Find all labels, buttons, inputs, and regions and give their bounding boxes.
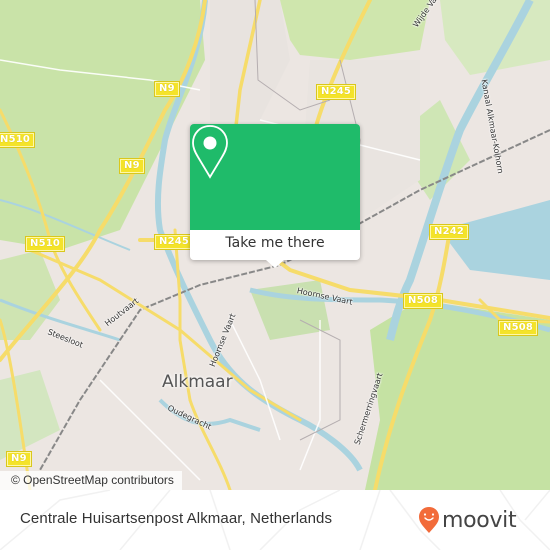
footer: Centrale Huisartsenpost Alkmaar, Netherl… (0, 490, 550, 550)
moovit-logo[interactable]: moovit (418, 506, 517, 534)
take-me-there-button[interactable]: Take me there (190, 230, 360, 260)
popup-pointer (266, 260, 284, 268)
road-shield-n508: N508 (497, 320, 539, 336)
popup-header (190, 124, 360, 230)
road-shield-n242: N242 (428, 224, 470, 240)
moovit-wordmark: moovit (442, 507, 517, 533)
map-view[interactable]: N245 N9 N510 N9 N510 N245 N242 N508 N508… (0, 0, 550, 490)
road-shield-n245: N245 (315, 84, 357, 100)
moovit-logo-icon (419, 507, 439, 533)
road-shield-n9: N9 (119, 158, 145, 174)
place-name: Centrale Huisartsenpost Alkmaar, Netherl… (20, 510, 333, 527)
road-shield-n510: N510 (24, 236, 66, 252)
map-attribution[interactable]: © OpenStreetMap contributors (0, 471, 182, 490)
location-popup[interactable]: Take me there (190, 124, 360, 268)
road-shield-n245: N245 (153, 234, 195, 250)
road-shield-n9: N9 (6, 451, 32, 467)
map-pin-icon (192, 125, 228, 179)
road-shield-n9: N9 (154, 81, 180, 97)
road-shield-n508: N508 (402, 293, 444, 309)
city-label: Alkmaar (162, 372, 233, 392)
road-shield-n510: N510 (0, 132, 36, 148)
